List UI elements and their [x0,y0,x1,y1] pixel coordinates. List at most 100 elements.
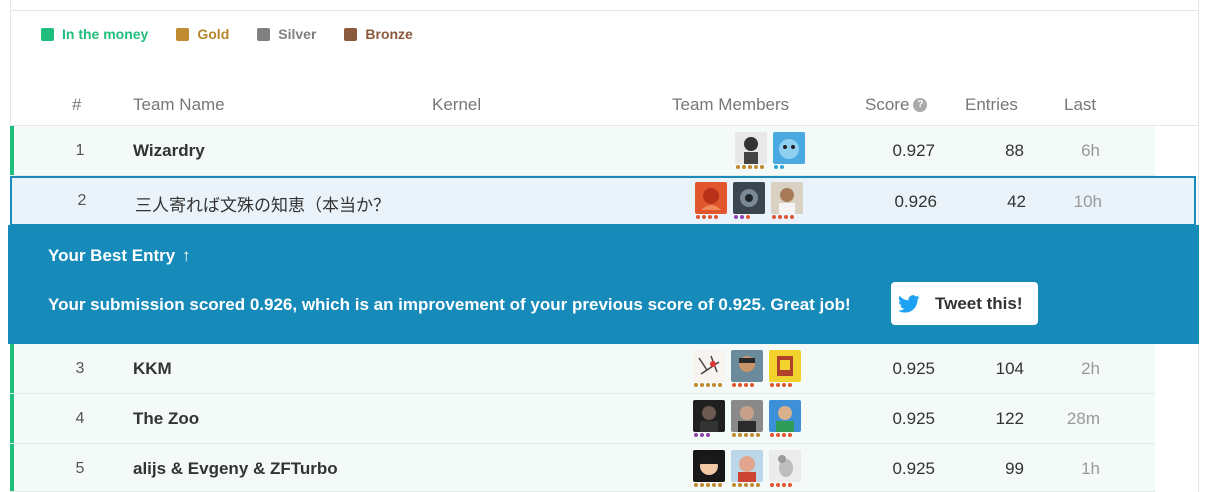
avatar-image [731,350,763,382]
avatar-image [693,400,725,432]
row-score: 0.926 [894,192,937,211]
legend-swatch-bronze [344,27,358,41]
header-last[interactable]: Last [1064,95,1096,115]
legend-label: Bronze [365,26,413,42]
avatar[interactable] [731,450,763,488]
avatar-image [769,400,801,432]
header-score-label: Score [865,95,910,114]
row-score: 0.925 [892,359,935,378]
table-row-current-team[interactable]: 2 三人寄れば文殊の知恵（本当か？ 0.926 42 10h [10,176,1196,226]
team-members [687,400,801,438]
legend-swatch-green [41,27,54,41]
row-rank: 5 [75,460,85,477]
avatar[interactable] [735,132,767,170]
top-divider [10,10,1199,11]
medal-dots [736,165,766,169]
avatar[interactable] [769,450,801,488]
legend-in-the-money: In the money [41,26,148,42]
row-team-name[interactable]: The Zoo [133,409,199,429]
medal-dots [774,165,786,169]
avatar-image [771,182,803,214]
medal-dots [694,483,724,487]
avatar[interactable] [695,182,727,220]
help-icon[interactable]: ? [913,97,928,112]
avatar-image [769,350,801,382]
table-row[interactable]: 3 KKM 0.925 104 2h [10,344,1155,394]
row-last: 28m [1066,409,1100,428]
legend-label: Silver [278,26,317,42]
avatar-image [769,450,801,482]
header-team-members: Team Members [672,95,790,114]
row-entries: 122 [995,409,1024,428]
avatar[interactable] [693,350,725,388]
header-rank: # [72,95,82,114]
row-score: 0.927 [892,141,935,160]
legend-bronze: Bronze [344,26,413,42]
avatar-image [733,182,765,214]
row-team-name[interactable]: alijs & Evgeny & ZFTurbo [133,459,338,479]
avatar-image [735,132,767,164]
row-last: 6h [1081,141,1100,160]
table-row[interactable]: 5 alijs & Evgeny & ZFTurbo 0.925 99 1h [10,444,1155,492]
avatar[interactable] [769,400,801,438]
header-kernel: Kernel [432,95,482,114]
medal-dots [770,383,794,387]
avatar-image [773,132,805,164]
tweet-label: Tweet this! [935,293,1023,313]
avatar[interactable] [773,132,805,170]
medal-dots [772,215,796,219]
avatar-image [695,182,727,214]
banner-title-text: Your Best Entry [48,246,176,265]
medal-dots [696,215,720,219]
row-score: 0.925 [892,409,935,428]
avatar-image [731,450,763,482]
avatar[interactable] [733,182,765,220]
row-entries: 88 [1005,141,1024,160]
team-members [687,450,801,488]
header-entries[interactable]: Entries [965,95,1018,115]
row-rank: 1 [75,142,85,159]
banner-title: Your Best Entry ↑ [48,246,190,266]
legend-label: Gold [197,26,230,42]
tweet-button[interactable]: Tweet this! [891,282,1038,325]
row-team-name[interactable]: 三人寄れば文殊の知恵（本当か？ [135,191,390,216]
avatar[interactable] [769,350,801,388]
legend-swatch-gold [176,27,190,41]
table-row[interactable]: 4 The Zoo 0.925 122 28m [10,394,1155,444]
medal-dots [734,215,752,219]
twitter-icon [897,292,921,316]
row-last: 10h [1073,192,1102,211]
avatar[interactable] [693,400,725,438]
row-last: 1h [1081,459,1100,478]
row-entries: 104 [995,359,1024,378]
row-entries: 42 [1007,192,1026,211]
team-members [687,350,801,388]
medal-dots [732,383,756,387]
header-team-name[interactable]: Team Name [133,95,225,115]
avatar[interactable] [693,450,725,488]
header-score[interactable]: Score? [865,95,928,115]
medal-dots [770,483,794,487]
avatar-image [731,400,763,432]
row-team-name[interactable]: Wizardry [133,141,205,161]
legend-gold: Gold [176,26,229,42]
row-rank: 2 [77,192,87,209]
avatar-image [693,450,725,482]
row-rank: 4 [75,410,85,427]
legend-swatch-silver [257,27,271,41]
medal-dots [770,433,794,437]
banner-message: Your submission scored 0.926, which is a… [48,295,851,314]
medal-dots [694,433,712,437]
medal-dots [732,433,762,437]
avatar[interactable] [771,182,803,220]
team-members [729,132,805,170]
team-members [689,182,803,220]
avatar[interactable] [731,400,763,438]
table-row[interactable]: 1 Wizardry 0.927 88 6h [10,126,1155,176]
avatar[interactable] [731,350,763,388]
row-last: 2h [1081,359,1100,378]
row-team-name[interactable]: KKM [133,359,172,379]
best-entry-banner: Your Best Entry ↑ Your submission scored… [8,225,1199,344]
medal-legend: In the money Gold Silver Bronze [41,26,441,42]
arrow-up-icon: ↑ [181,246,191,265]
